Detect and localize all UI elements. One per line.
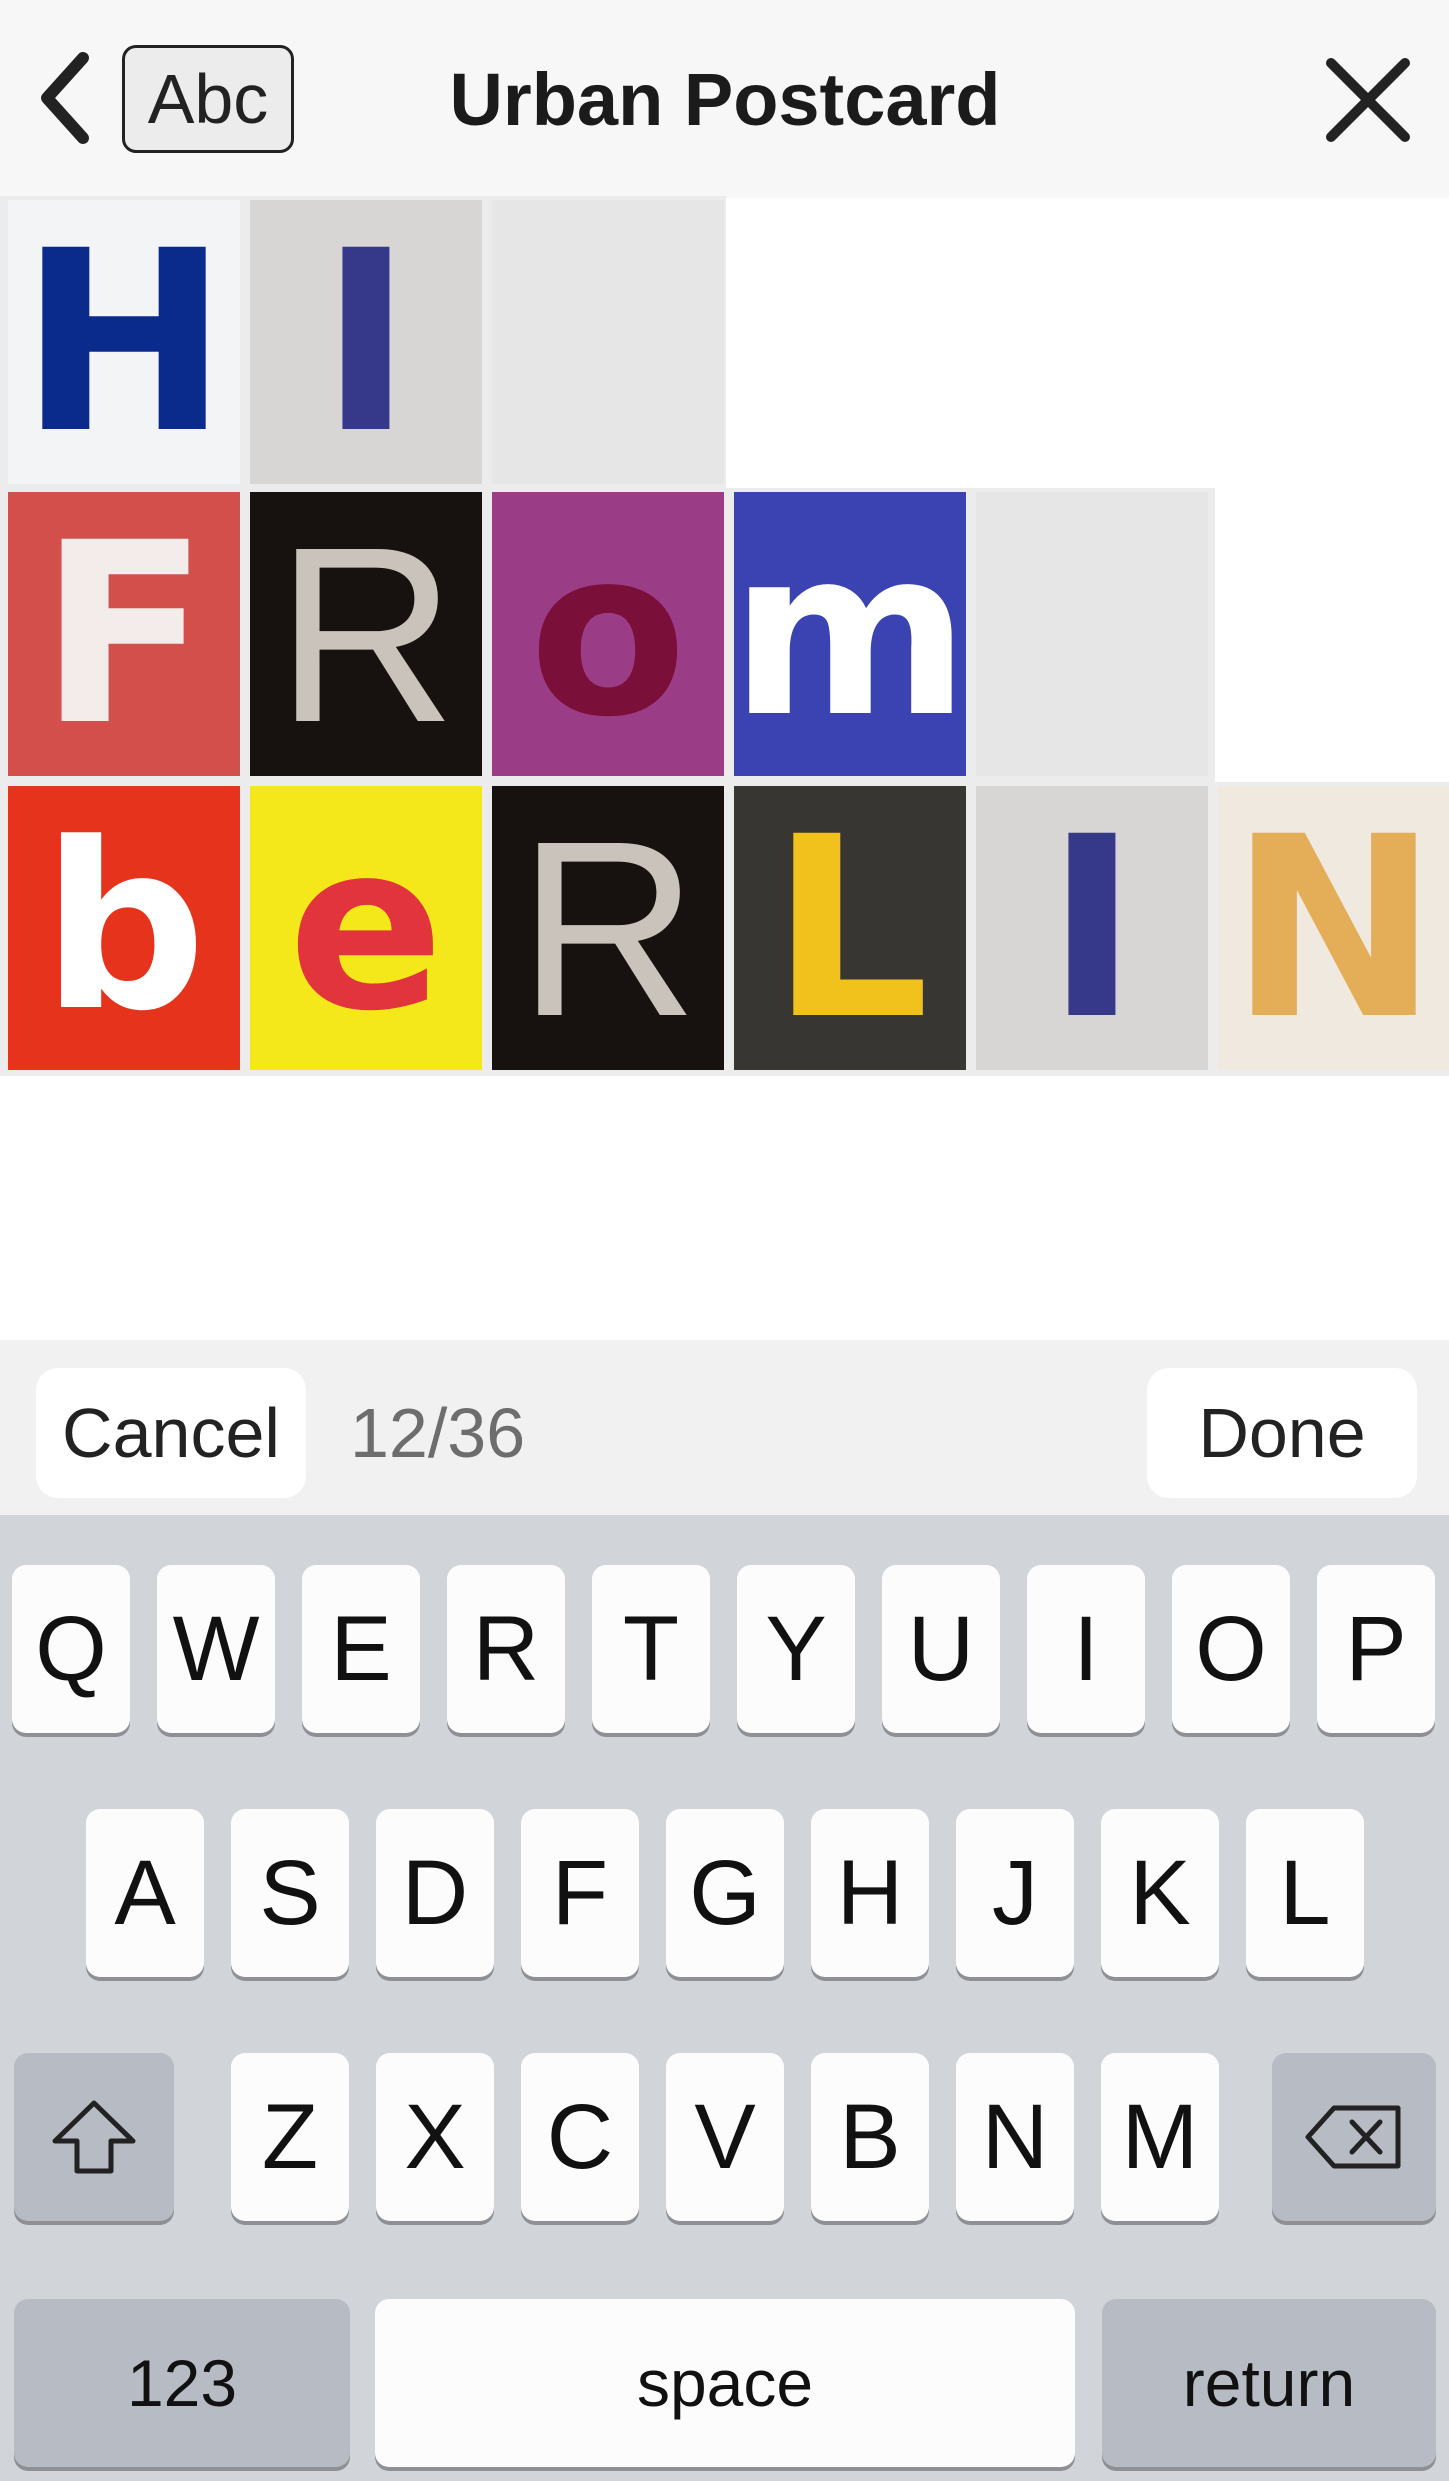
key-w[interactable]: W	[157, 1565, 275, 1733]
key-n[interactable]: N	[956, 2053, 1074, 2221]
tile-letter: L	[770, 786, 930, 1070]
tile-letter: b	[41, 794, 207, 1062]
empty-tile-slot	[492, 200, 724, 484]
backspace-icon	[1305, 2105, 1401, 2169]
numbers-key[interactable]: 123	[14, 2299, 350, 2467]
done-button[interactable]: Done	[1147, 1368, 1417, 1498]
key-x[interactable]: X	[376, 2053, 494, 2221]
close-icon	[1326, 58, 1410, 142]
key-b[interactable]: B	[811, 2053, 929, 2221]
tile-letter: H	[19, 200, 229, 484]
backspace-key[interactable]	[1272, 2053, 1436, 2221]
letter-tile[interactable]: o	[492, 492, 724, 776]
tile-letter: N	[1229, 786, 1439, 1070]
shift-key[interactable]	[14, 2053, 174, 2221]
key-l[interactable]: L	[1246, 1809, 1364, 1977]
shift-icon	[52, 2100, 136, 2174]
key-d[interactable]: D	[376, 1809, 494, 1977]
key-g[interactable]: G	[666, 1809, 784, 1977]
close-button[interactable]	[1318, 50, 1418, 150]
key-r[interactable]: R	[447, 1565, 565, 1733]
tile-letter: I	[319, 200, 413, 484]
keyboard: 123 space return QWERTYUIOP ASDFGHJKL ZXCV…	[0, 1515, 1449, 2481]
cancel-button[interactable]: Cancel	[36, 1368, 306, 1498]
tile-letter: o	[528, 500, 687, 768]
letter-tile[interactable]: L	[734, 786, 966, 1070]
letter-tile[interactable]: I	[976, 786, 1208, 1070]
back-button[interactable]	[30, 48, 100, 148]
text-style-button[interactable]: Abc	[122, 45, 294, 153]
empty-tile-slot	[976, 492, 1208, 776]
key-y[interactable]: Y	[737, 1565, 855, 1733]
letter-tile[interactable]: R	[250, 492, 482, 776]
app-root: Abc Urban Postcard HIFRombeRLIN Cancel 1…	[0, 0, 1449, 2481]
tile-letter: m	[734, 500, 966, 768]
tile-letter: F	[38, 492, 210, 776]
input-bar: Cancel 12/36 Done	[0, 1340, 1449, 1515]
letter-tile[interactable]: e	[250, 786, 482, 1070]
key-o[interactable]: O	[1172, 1565, 1290, 1733]
return-key[interactable]: return	[1102, 2299, 1436, 2467]
key-k[interactable]: K	[1101, 1809, 1219, 1977]
letter-tile[interactable]: F	[8, 492, 240, 776]
chevron-left-icon	[41, 52, 89, 144]
key-a[interactable]: A	[86, 1809, 204, 1977]
key-z[interactable]: Z	[231, 2053, 349, 2221]
page-title: Urban Postcard	[449, 58, 1001, 141]
key-i[interactable]: I	[1027, 1565, 1145, 1733]
key-p[interactable]: P	[1317, 1565, 1435, 1733]
key-e[interactable]: E	[302, 1565, 420, 1733]
key-t[interactable]: T	[592, 1565, 710, 1733]
tile-letter: R	[517, 788, 699, 1068]
top-bar: Abc Urban Postcard	[0, 0, 1449, 198]
key-c[interactable]: C	[521, 2053, 639, 2221]
letter-tile[interactable]: N	[1218, 786, 1449, 1070]
letter-tile[interactable]: I	[250, 200, 482, 484]
space-key[interactable]: space	[375, 2299, 1075, 2467]
key-m[interactable]: M	[1101, 2053, 1219, 2221]
letter-tile[interactable]: H	[8, 200, 240, 484]
key-f[interactable]: F	[521, 1809, 639, 1977]
key-s[interactable]: S	[231, 1809, 349, 1977]
key-u[interactable]: U	[882, 1565, 1000, 1733]
tile-letter: e	[288, 794, 444, 1062]
key-h[interactable]: H	[811, 1809, 929, 1977]
tile-letter: R	[275, 494, 457, 774]
character-counter: 12/36	[350, 1394, 526, 1472]
letter-tile[interactable]: b	[8, 786, 240, 1070]
letter-tile[interactable]: R	[492, 786, 724, 1070]
letter-tile[interactable]: m	[734, 492, 966, 776]
tile-letter: I	[1045, 786, 1139, 1070]
key-j[interactable]: J	[956, 1809, 1074, 1977]
key-q[interactable]: Q	[12, 1565, 130, 1733]
key-v[interactable]: V	[666, 2053, 784, 2221]
